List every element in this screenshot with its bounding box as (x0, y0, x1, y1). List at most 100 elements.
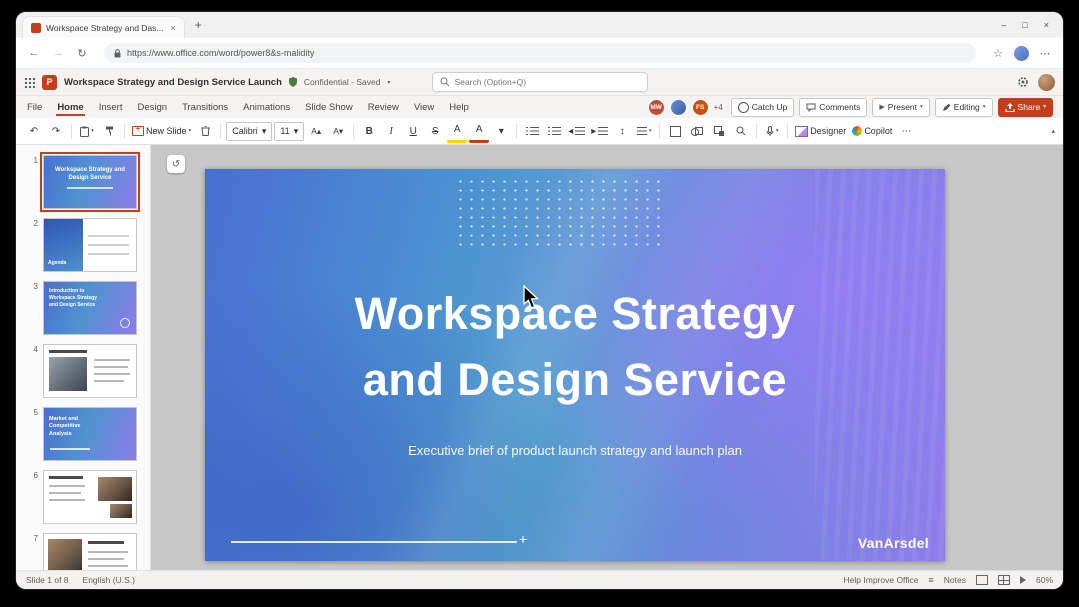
sensitivity-dropdown-icon[interactable]: ▾ (387, 79, 390, 86)
address-bar-input[interactable]: https://www.office.com/word/power8&s-mal… (104, 43, 976, 63)
forward-button[interactable]: → (50, 47, 66, 59)
strikethrough-button[interactable]: S (425, 121, 445, 141)
undo-button[interactable]: ↶ (24, 121, 44, 141)
collaborator-avatar[interactable]: MW (648, 99, 665, 116)
find-button[interactable] (731, 121, 751, 141)
collaborator-avatar[interactable]: FS (692, 99, 709, 116)
text-line-placeholder (88, 235, 128, 237)
menu-home[interactable]: Home (56, 99, 84, 116)
refresh-button[interactable]: ↻ (74, 47, 90, 60)
favorites-star-icon[interactable]: ☆ (990, 47, 1006, 60)
slide-thumbnail-4[interactable] (43, 344, 137, 398)
editing-dropdown-icon[interactable]: ▾ (983, 104, 986, 110)
line-spacing-button[interactable]: ↕ (612, 121, 632, 141)
slide-canvas[interactable]: ↺ Workspace Strategy and Design Service … (151, 145, 1063, 570)
minimize-button[interactable]: – (1001, 20, 1006, 30)
align-button[interactable]: ▾ (634, 121, 654, 141)
language-indicator[interactable]: English (U.S.) (83, 575, 135, 585)
slide-thumbnail-3[interactable]: Introduction to Workspace Strategy and D… (43, 281, 137, 335)
slide-counter[interactable]: Slide 1 of 8 (26, 575, 69, 585)
present-button[interactable]: ▶ Present ▾ (872, 98, 929, 117)
text-line-placeholder (88, 244, 128, 246)
app-launcher-icon[interactable] (24, 77, 35, 88)
share-dropdown-icon[interactable]: ▾ (1043, 104, 1046, 110)
comment-bubble-icon (806, 103, 816, 112)
circle-decoration (120, 318, 130, 328)
collaborator-avatar[interactable] (670, 99, 687, 116)
editing-mode-button[interactable]: Editing ▾ (935, 98, 993, 117)
normal-view-button[interactable] (976, 575, 988, 585)
arrange-button[interactable] (709, 121, 729, 141)
dictate-button[interactable]: ▾ (762, 121, 782, 141)
slide-thumbnail-5[interactable]: Market and Competitive Analysis (43, 407, 137, 461)
italic-button[interactable]: I (381, 121, 401, 141)
back-button[interactable]: ← (26, 47, 42, 59)
help-improve-link[interactable]: Help Improve Office (844, 575, 919, 585)
menu-help[interactable]: Help (448, 99, 470, 116)
slide-sorter-view-button[interactable] (998, 575, 1010, 585)
tab-close-icon[interactable]: × (170, 23, 175, 33)
present-dropdown-icon[interactable]: ▾ (920, 104, 923, 110)
menu-file[interactable]: File (26, 99, 43, 116)
increase-indent-button[interactable]: ▸ (589, 121, 610, 141)
browser-menu-icon[interactable]: ⋯ (1037, 47, 1053, 60)
designer-button[interactable]: Designer (793, 121, 848, 141)
slide-thumbnail-6[interactable] (43, 470, 137, 524)
text-box-button[interactable] (665, 121, 685, 141)
delete-slide-button[interactable] (195, 121, 215, 141)
slide-editor-surface[interactable]: Workspace Strategy and Design Service Ex… (205, 169, 945, 561)
slide-thumbnail-2[interactable]: Agenda (43, 218, 137, 272)
powerpoint-logo[interactable]: P (42, 75, 57, 90)
menu-slide-show[interactable]: Slide Show (304, 99, 354, 116)
menu-animations[interactable]: Animations (242, 99, 291, 116)
browser-profile-avatar[interactable] (1014, 46, 1029, 61)
bold-button[interactable]: B (359, 121, 379, 141)
sensitivity-label[interactable]: Confidential - Saved (304, 77, 381, 87)
slide-subtitle[interactable]: Executive brief of product launch strate… (205, 443, 945, 458)
menu-review[interactable]: Review (367, 99, 400, 116)
shapes-button[interactable] (687, 121, 707, 141)
format-painter-button[interactable] (99, 121, 119, 141)
highlight-color-button[interactable]: A (447, 120, 467, 143)
numbering-button[interactable] (544, 121, 564, 141)
font-name-select[interactable]: Calibri ▾ (226, 122, 272, 141)
powerpoint-favicon (31, 23, 41, 33)
document-title[interactable]: Workspace Strategy and Design Service La… (64, 77, 282, 88)
font-options-dropdown[interactable]: ▾ (491, 121, 511, 141)
settings-gear-icon[interactable] (1017, 76, 1029, 88)
slide-title[interactable]: Workspace Strategy and Design Service (205, 281, 945, 413)
new-tab-button[interactable]: + (195, 18, 202, 32)
catch-up-button[interactable]: Catch Up (731, 98, 794, 117)
share-button[interactable]: Share ▾ (998, 98, 1053, 117)
shrink-font-button[interactable]: A▾ (328, 121, 348, 141)
notes-toggle[interactable]: Notes (944, 575, 966, 585)
paste-button[interactable]: ▾ (77, 121, 97, 141)
copilot-button[interactable]: Copilot (850, 121, 894, 141)
window-close-button[interactable]: × (1044, 20, 1049, 30)
slide-thumbnail-7[interactable] (43, 533, 137, 570)
menu-design[interactable]: Design (136, 99, 168, 116)
comments-button[interactable]: Comments (799, 98, 867, 117)
menu-insert[interactable]: Insert (98, 99, 124, 116)
search-box[interactable]: Search (Option+Q) (432, 72, 648, 92)
collapse-ribbon-icon[interactable]: ▴ (1051, 127, 1055, 135)
font-color-button[interactable]: A (469, 120, 489, 143)
bullets-button[interactable] (522, 121, 542, 141)
font-size-select[interactable]: 11 ▾ (274, 122, 304, 141)
toolbar-overflow-button[interactable]: ⋯ (896, 121, 916, 141)
grow-font-button[interactable]: A▴ (306, 121, 326, 141)
slide-thumbnail-1[interactable]: Workspace Strategy and Design Service (43, 155, 137, 209)
maximize-button[interactable]: □ (1022, 20, 1027, 30)
slideshow-view-button[interactable] (1020, 576, 1026, 584)
browser-tab[interactable]: Workspace Strategy and Das... × (22, 16, 185, 39)
collaborator-overflow[interactable]: +4 (714, 103, 723, 112)
new-slide-button[interactable]: + New Slide ▾ (130, 121, 193, 141)
account-avatar[interactable] (1038, 74, 1055, 91)
decrease-indent-button[interactable]: ◂ (566, 121, 587, 141)
zoom-level[interactable]: 60% (1036, 575, 1053, 585)
canvas-floating-tool-button[interactable]: ↺ (167, 155, 185, 173)
underline-button[interactable]: U (403, 121, 423, 141)
redo-button[interactable]: ↷ (46, 121, 66, 141)
menu-transitions[interactable]: Transitions (181, 99, 229, 116)
menu-view[interactable]: View (413, 99, 435, 116)
